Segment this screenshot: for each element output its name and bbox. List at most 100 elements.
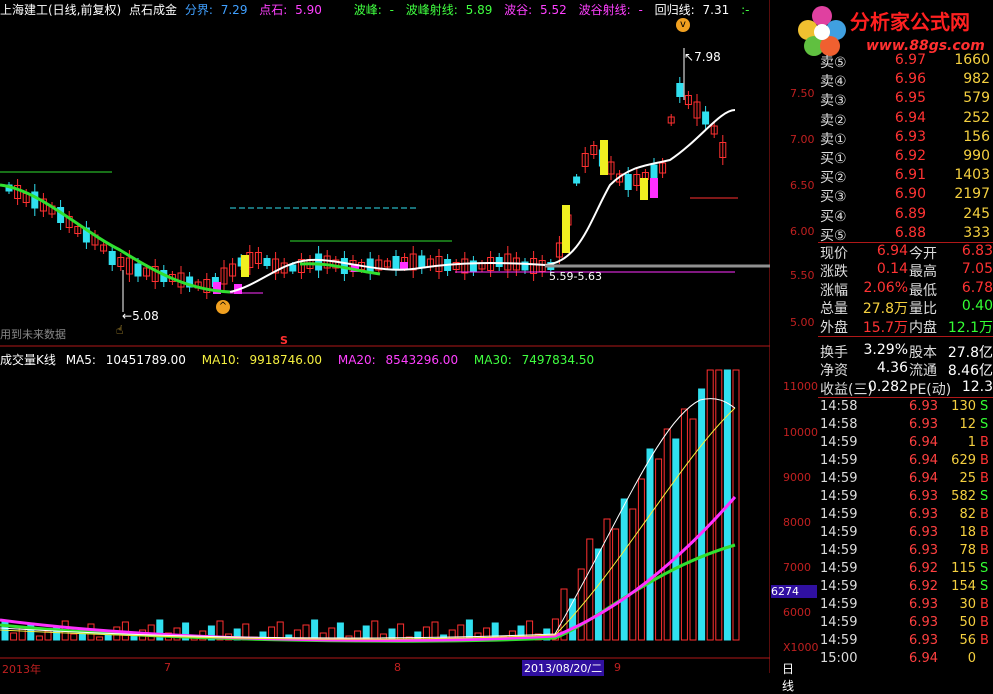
top-signal-icon: v <box>676 18 690 32</box>
tick-volume: 56 <box>959 633 976 648</box>
order-book-row: 买① 6.92 990 <box>818 148 993 167</box>
stat-label: 最低 <box>909 282 937 299</box>
volume-bar <box>672 438 680 641</box>
order-label: 卖③ <box>820 93 847 110</box>
order-price: 6.91 <box>894 167 926 184</box>
tick-row[interactable]: 14:58 6.93 12 S <box>818 417 993 435</box>
tick-price: 6.93 <box>909 525 938 540</box>
tick-row[interactable]: 14:59 6.94 1 B <box>818 435 993 453</box>
tick-row[interactable]: 15:00 6.94 0 <box>818 651 993 669</box>
price-axis-label: 6.50 <box>790 179 815 192</box>
volume-axis-label: 6274 <box>771 585 817 598</box>
order-label: 买③ <box>820 189 847 206</box>
tick-volume: 82 <box>959 507 976 522</box>
order-book-row: 卖① 6.93 156 <box>818 129 993 148</box>
tick-volume: 154 <box>951 579 976 594</box>
period-label[interactable]: 日线 <box>782 660 794 694</box>
tick-row[interactable]: 14:59 6.93 18 B <box>818 525 993 543</box>
buy-signal-icon: ^ <box>216 300 230 314</box>
tick-volume: 18 <box>959 525 976 540</box>
order-book-row: 买⑤ 6.88 333 <box>818 225 993 244</box>
tick-row[interactable]: 14:59 6.93 582 S <box>818 489 993 507</box>
date-label: 9 <box>614 661 621 674</box>
bogu-label: 波谷: <box>504 3 533 17</box>
order-price: 6.97 <box>894 52 926 68</box>
s-marker: S <box>280 334 288 347</box>
order-volume: 982 <box>963 71 990 88</box>
tick-row[interactable]: 14:59 6.94 25 B <box>818 471 993 489</box>
tick-time: 14:59 <box>820 435 858 450</box>
tick-direction: B <box>980 453 989 468</box>
signal-bar <box>600 140 608 175</box>
stat-row: 涨幅 2.06% 最低 6.78 <box>818 280 993 299</box>
tick-row[interactable]: 14:59 6.92 115 S <box>818 561 993 579</box>
candle-body <box>108 251 116 265</box>
tick-volume: 629 <box>951 453 976 468</box>
tick-row[interactable]: 14:59 6.93 82 B <box>818 507 993 525</box>
tick-direction: B <box>980 615 989 630</box>
tick-price: 6.92 <box>909 579 938 594</box>
stat-label: 总量 <box>820 301 848 318</box>
stat-label: 涨跌 <box>820 264 848 281</box>
tick-volume: 115 <box>951 561 976 576</box>
kline-chart-area[interactable]: 上海建工(日线,前复权) 点石成金 分界: 7.29 点石: 5.90 波峰: … <box>0 0 819 693</box>
stat-label: 量比 <box>909 301 937 318</box>
bofeng-shexian-label: 波峰射线: <box>405 3 458 17</box>
order-price: 6.94 <box>894 109 926 126</box>
tick-row[interactable]: 14:58 6.93 130 S <box>818 399 993 417</box>
stat-label: 股本 <box>909 345 937 361</box>
candle-body <box>263 258 271 266</box>
tick-row[interactable]: 14:59 6.92 154 S <box>818 579 993 597</box>
volume-title: 成交量K线 <box>0 353 56 367</box>
fenjie-label: 分界: <box>184 3 213 17</box>
date-label: 2013年 <box>2 663 41 676</box>
stat-value: 27.8万 <box>862 301 908 318</box>
tick-time: 14:58 <box>820 399 858 414</box>
hand-icon: ☝ <box>116 323 124 337</box>
tick-volume: 50 <box>959 615 976 630</box>
stat-label: 流通 <box>909 363 937 380</box>
volume-bar <box>612 528 620 641</box>
bogu-shexian-value: - <box>638 3 643 17</box>
tick-price: 6.93 <box>909 417 938 432</box>
tick-row[interactable]: 14:59 6.94 629 B <box>818 453 993 471</box>
order-label: 买④ <box>820 208 847 225</box>
tick-price: 6.92 <box>909 561 938 576</box>
ticks-divider <box>818 397 993 398</box>
price-axis-label: 7.00 <box>790 133 815 146</box>
tick-direction: S <box>980 579 989 594</box>
indicator-lines <box>0 48 770 643</box>
tick-direction: B <box>980 435 989 450</box>
tick-direction: B <box>980 543 989 558</box>
tick-row[interactable]: 14:59 6.93 56 B <box>818 633 993 651</box>
order-price: 6.88 <box>894 224 926 241</box>
tick-direction: B <box>980 471 989 486</box>
volume-bar <box>698 388 706 641</box>
stat-row: 净资 4.36 流通 8.46亿 <box>818 360 993 380</box>
order-price: 6.93 <box>894 128 926 145</box>
order-book-row: 买③ 6.90 2197 <box>818 186 993 205</box>
tick-row[interactable]: 14:59 6.93 50 B <box>818 615 993 633</box>
tick-price: 6.93 <box>909 615 938 630</box>
huigui-value: 7.31 <box>702 3 730 17</box>
volume-bar <box>586 538 594 641</box>
flower-logo-icon <box>798 6 846 56</box>
candle-body <box>495 257 503 267</box>
tick-volume: 1 <box>967 435 976 450</box>
tick-volume: 582 <box>951 489 976 504</box>
bogu-shexian-label: 波谷射线: <box>578 3 631 17</box>
tick-time: 14:59 <box>820 597 858 612</box>
tick-price: 6.93 <box>909 489 938 504</box>
stat-label: 今开 <box>909 246 937 262</box>
volume-bar <box>637 478 645 641</box>
volume-bar <box>70 633 78 641</box>
stat-value: 0.282 <box>867 378 908 395</box>
tick-row[interactable]: 14:59 6.93 30 B <box>818 597 993 615</box>
stat-row: 外盘 15.7万 内盘 12.1万 <box>818 317 993 336</box>
tick-row[interactable]: 14:59 6.93 78 B <box>818 543 993 561</box>
stats-divider <box>818 336 993 337</box>
tick-time: 14:59 <box>820 489 858 504</box>
stat-value: 6.94 <box>876 243 908 259</box>
stat-value: 15.7万 <box>862 319 908 336</box>
huigui-label: 回归线: <box>654 3 695 17</box>
